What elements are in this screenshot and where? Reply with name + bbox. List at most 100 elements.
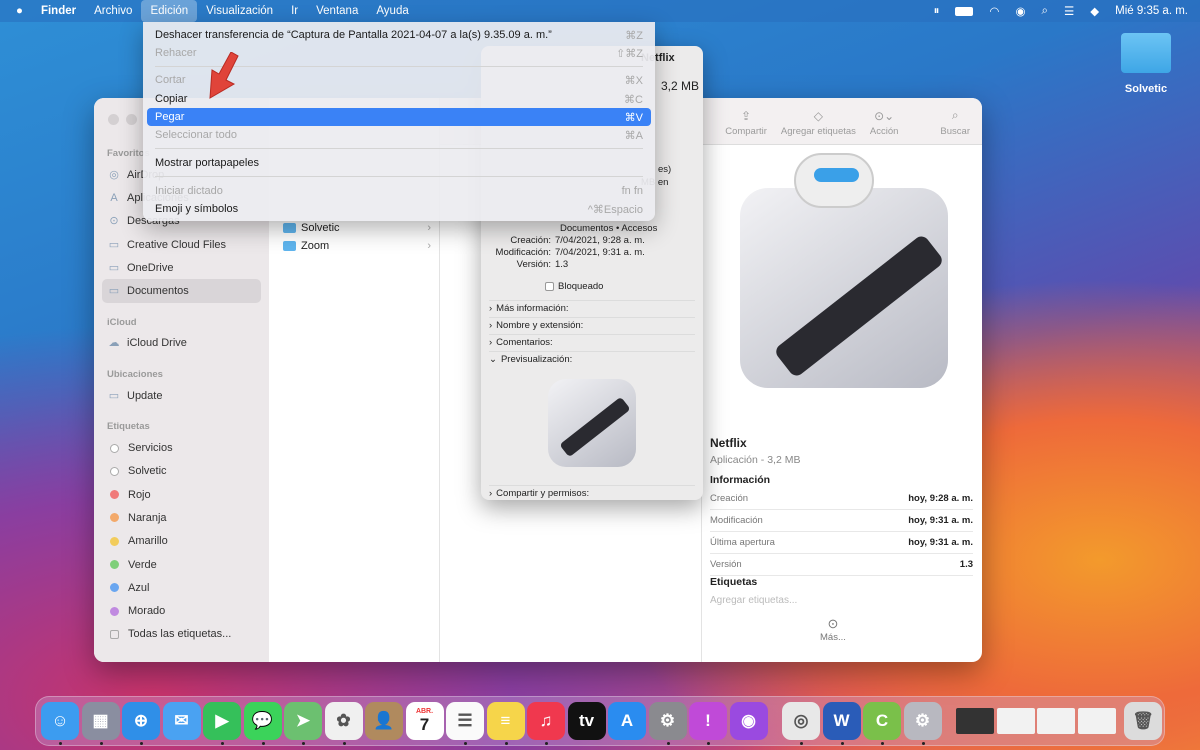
sidebar-item-update[interactable]: ▭ Update [102,384,261,407]
dock-screenshot-4[interactable] [1077,708,1116,734]
dock: ☺ ▦ ⊕ ✉ ▶ 💬 ➤ ✿ 👤 ABR. 7 ☰ ≡ ♫ tv A ⚙! ◉ ◎ W C ⚙ 🗑 [35,696,1165,746]
sidebar-item-label: Morado [128,605,166,618]
dock-messages[interactable]: 💬 [243,702,282,740]
sidebar-item-onedrive[interactable]: ▭ OneDrive [102,256,261,279]
info-partial-text: es) [658,164,672,175]
info-value: hoy, 9:28 a. m. [908,493,973,504]
info-value: 1.3 [959,559,973,570]
sidebar-item-creative-cloud-files[interactable]: ▭ Creative Cloud Files [102,233,261,256]
info-key: Creación [710,493,749,504]
dock-trash[interactable]: 🗑 [1124,702,1162,740]
dock-mail[interactable]: ✉ [162,702,201,740]
disclosure-section[interactable]: › Más información: [489,300,695,316]
sidebar-item-tag[interactable]: Amarillo [102,530,261,553]
minimize-button[interactable] [126,114,137,125]
dock-calendar[interactable]: ABR. 7 [405,702,444,740]
control-center-icon[interactable]: ☰ [1064,4,1074,18]
dock-launchpad[interactable]: ▦ [81,702,120,740]
dock-screenshot-2[interactable] [996,708,1035,734]
spotlight-search-icon[interactable]: ⌕ [1042,5,1048,18]
user-icon[interactable]: ◉ [1015,4,1025,18]
dock-chrome[interactable]: ◎ [782,702,820,740]
sidebar-item-tag[interactable]: Solvetic [102,460,261,483]
disclosure-section[interactable]: › Comentarios: [489,334,695,350]
menu-item-shortcut: ⇧⌘Z [616,47,643,60]
add-tags-field[interactable]: Agregar etiquetas... [710,595,797,606]
dock-tv[interactable]: tv [567,702,606,740]
feedback-icon: ! [705,711,711,730]
dock-notes[interactable]: ≡ [486,702,525,740]
pause-icon[interactable]: ⏸ [934,5,940,18]
sidebar-item-tag[interactable]: Todas las etiquetas... [102,623,261,646]
menu-item-deshacer[interactable]: Deshacer transferencia de “Captura de Pa… [147,26,651,44]
item-label: Zoom [301,240,330,252]
dock-automator[interactable]: ⚙ [903,702,942,740]
sidebar-item-tag[interactable]: Verde [102,553,261,576]
menu-ventana[interactable]: Ventana [307,0,367,22]
dock-reminders[interactable]: ☰ [446,702,484,740]
locked-checkbox[interactable]: Bloqueado [545,281,603,292]
clock[interactable]: Mié 9:35 a. m. [1115,5,1188,17]
locations-header: Ubicaciones [107,369,163,381]
menu-visualizacion[interactable]: Visualización [197,0,282,22]
section-label: Nombre y extensión: [496,320,584,331]
more-button[interactable]: ⊙ Más... [820,616,846,643]
dock-safari[interactable]: ⊕ [122,702,160,740]
dock-photos[interactable]: ✿ [324,702,363,740]
dock-podcasts[interactable]: ◉ [729,702,768,740]
disclosure-sharing[interactable]: › Compartir y permisos: [489,485,695,500]
dock-screenshot-1[interactable] [956,708,994,734]
calendar-icon: 7 [419,714,430,734]
list-item[interactable]: Zoom › [283,237,431,255]
dock-maps[interactable]: ➤ [284,702,322,740]
menu-finder[interactable]: Finder [32,0,85,22]
sidebar-item-label: Naranja [128,511,167,524]
tags-header: Etiquetas [107,421,150,433]
dock-app-store[interactable]: A [608,702,646,740]
airdrop-icon: ◎ [109,168,119,181]
sidebar-item-tag[interactable]: Azul [102,576,261,599]
dock-word[interactable]: W [822,702,861,740]
menu-item-iniciar[interactable]: Iniciar dictado fn fn [147,182,651,200]
automator-icon: ⚙ [914,711,931,730]
dock-facetime[interactable]: ▶ [203,702,241,740]
menu-item-emoji[interactable]: Emoji y símbolos ^⌘Espacio [147,200,651,218]
red-arrow-annotation [209,52,239,99]
desktop-folder[interactable]: Solvetic [1118,33,1174,95]
sidebar-item-tag[interactable]: Servicios [102,436,261,459]
wifi-icon[interactable]: ◠ [989,4,999,18]
dock-system-preferences[interactable]: ⚙ [648,702,687,740]
dock-finder[interactable]: ☺ [41,702,79,740]
menu-archivo[interactable]: Archivo [85,0,141,22]
dock-music[interactable]: ♫ [527,702,565,740]
info-row: Modificación hoy, 9:31 a. m. [710,510,973,532]
siri-icon[interactable]: ◆ [1090,4,1099,18]
menu-edicion[interactable]: Edición [141,0,198,22]
sidebar-item-tag[interactable]: Rojo [102,483,261,506]
menu-ayuda[interactable]: Ayuda [367,0,417,22]
sidebar-item-label: Documentos [127,285,189,298]
folder-icon [283,223,296,233]
reminders-icon: ☰ [457,711,473,730]
cloud-icon: ☁ [108,337,120,350]
running-indicator [707,742,710,745]
menu-ir[interactable]: Ir [282,0,307,22]
sidebar-item-label: Solvetic [128,465,167,478]
menu-item-seleccionar[interactable]: Seleccionar todo ⌘A [147,126,651,144]
close-button[interactable] [108,114,119,125]
sidebar-item-documentos[interactable]: ▭ Documentos [102,279,261,303]
sidebar-item-tag[interactable]: Morado [102,599,261,622]
menu-item-pegar[interactable]: Pegar ⌘V [147,108,651,126]
disclosure-section[interactable]: › Nombre y extensión: [489,317,695,333]
sidebar-item-icloud-drive[interactable]: ☁ iCloud Drive [102,332,261,355]
menu-item-mostrar[interactable]: Mostrar portapapeles [147,154,651,172]
disclosure-section[interactable]: ⌄ Previsualización: [489,351,695,367]
list-item[interactable]: Solvetic › [283,219,431,237]
dock-camtasia[interactable]: C [863,702,901,740]
dock-screenshot-3[interactable] [1037,708,1075,734]
sidebar-item-tag[interactable]: Naranja [102,506,261,529]
battery-icon[interactable] [955,6,974,16]
apple-menu[interactable]: ● [0,0,32,22]
dock-feedback[interactable]: ! [689,702,727,740]
dock-contacts[interactable]: 👤 [365,702,403,740]
